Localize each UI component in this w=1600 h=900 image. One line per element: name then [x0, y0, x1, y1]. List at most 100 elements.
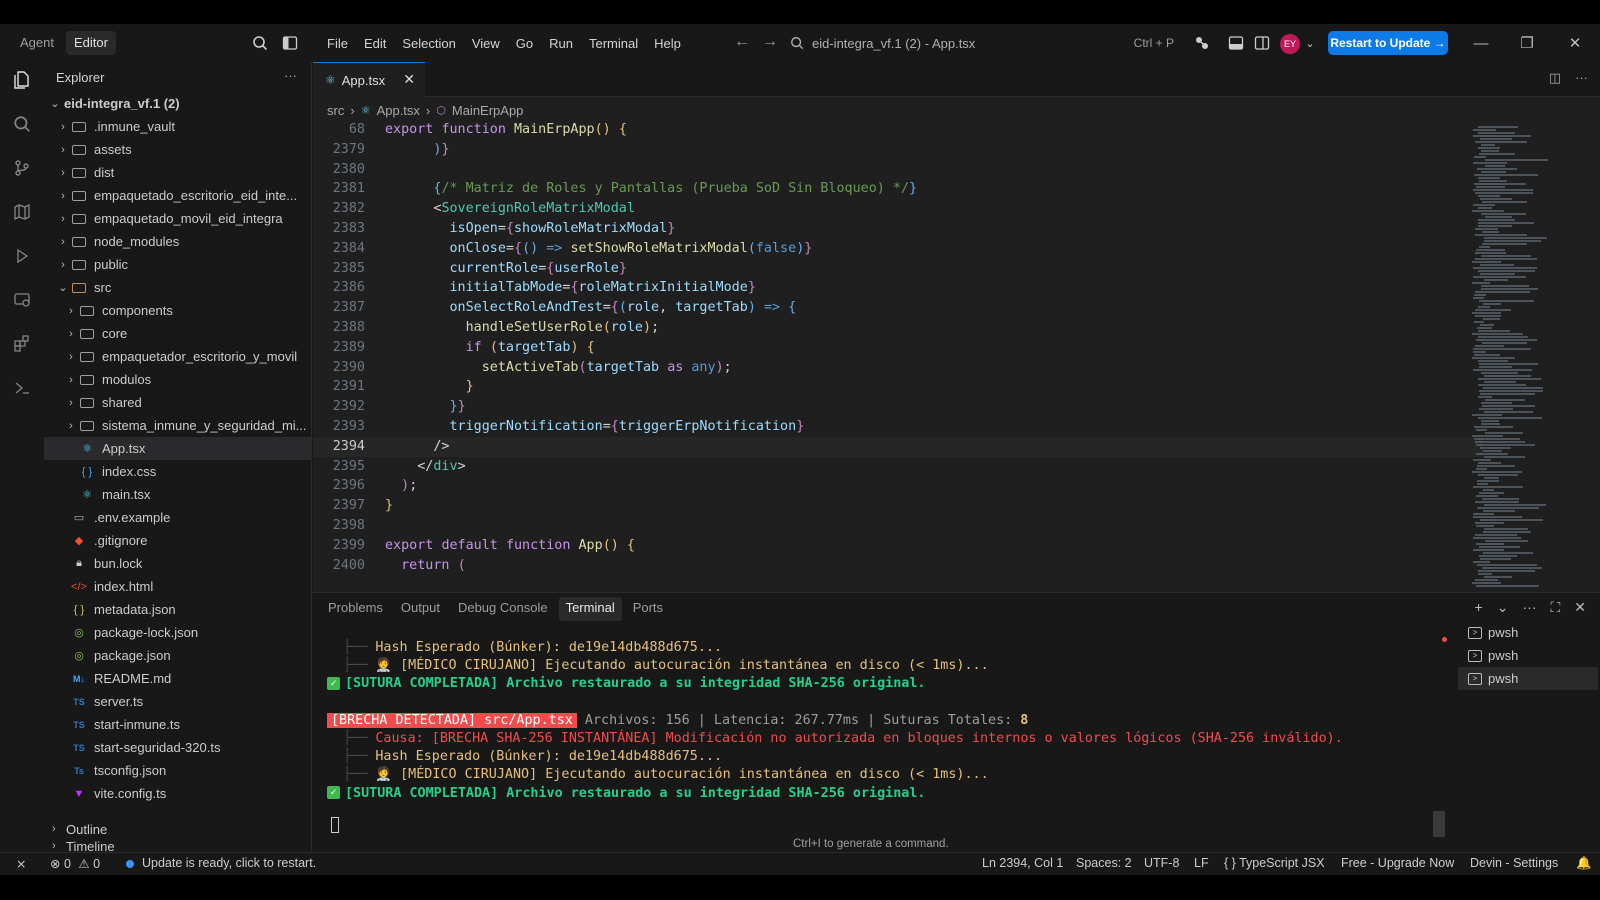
terminal-item[interactable]: > pwsh	[1458, 621, 1598, 644]
search-icon[interactable]	[10, 112, 34, 136]
tree-item[interactable]: › assets	[44, 138, 312, 161]
back-arrow-icon[interactable]: ←	[734, 33, 750, 51]
tree-root[interactable]: ⌄ eid-integra_vf.1 (2)	[44, 92, 312, 115]
tree-item[interactable]: TS server.ts	[44, 690, 312, 713]
toggle-panel-icon[interactable]	[1226, 33, 1246, 53]
new-terminal-icon[interactable]: +	[1475, 599, 1483, 616]
tree-item[interactable]: 🔒︎ bun.lock	[44, 552, 312, 575]
tree-item[interactable]: Ts tsconfig.json	[44, 759, 312, 782]
terminal-item[interactable]: > pwsh	[1458, 644, 1598, 667]
update-notice[interactable]: Update is ready, click to restart.	[126, 856, 316, 870]
editor-mode-button[interactable]: Editor	[65, 31, 116, 55]
explorer-icon[interactable]	[10, 68, 34, 92]
cursor-position[interactable]: Ln 2394, Col 1	[982, 856, 1063, 870]
remote-explorer-icon[interactable]	[10, 288, 34, 312]
toggle-secondary-sidebar-icon[interactable]	[1252, 33, 1272, 53]
terminal-item[interactable]: > pwsh	[1458, 667, 1598, 690]
tree-item[interactable]: › empaquetado_escritorio_eid_inte...	[44, 184, 312, 207]
close-panel-icon[interactable]: ✕	[1574, 599, 1586, 616]
tree-item[interactable]: ◎ package-lock.json	[44, 621, 312, 644]
tab-terminal[interactable]: Terminal	[558, 597, 622, 621]
breadcrumb-item[interactable]: App.tsx	[377, 103, 420, 118]
run-debug-icon[interactable]	[10, 244, 34, 268]
timeline-section[interactable]: › Timeline	[44, 839, 312, 854]
notifications-bell-icon[interactable]: 🔔	[1576, 856, 1592, 871]
tree-item[interactable]: › sistema_inmune_y_seguridad_mi...	[44, 414, 312, 437]
map-icon[interactable]	[10, 200, 34, 224]
language-mode[interactable]: { } TypeScript JSX	[1224, 856, 1325, 870]
problems-indicator[interactable]: ⊗ 0 ⚠ 0	[50, 856, 100, 871]
avatar[interactable]: EY	[1280, 34, 1300, 54]
tab-debug-console[interactable]: Debug Console	[451, 597, 555, 621]
tree-item[interactable]: ◆ .gitignore	[44, 529, 312, 552]
tree-item[interactable]: › dist	[44, 161, 312, 184]
forward-arrow-icon[interactable]: →	[762, 33, 778, 51]
maximize-panel-icon[interactable]: ⛶	[1550, 599, 1560, 616]
close-window-icon[interactable]: ✕	[1562, 30, 1588, 56]
tree-item[interactable]: M↓ README.md	[44, 667, 312, 690]
tree-item[interactable]: › shared	[44, 391, 312, 414]
menu-go[interactable]: Go	[509, 32, 540, 55]
tree-item[interactable]: › empaquetador_escritorio_y_movil	[44, 345, 312, 368]
chevron-down-icon[interactable]: ⌄	[1497, 599, 1509, 616]
tree-item[interactable]: ▭ .env.example	[44, 506, 312, 529]
close-icon[interactable]: ✕	[403, 71, 415, 88]
tab-problems[interactable]: Problems	[321, 597, 390, 621]
tree-item[interactable]: </> index.html	[44, 575, 312, 598]
tree-item[interactable]: ⚛ App.tsx	[44, 437, 312, 460]
breadcrumb-item[interactable]: src	[327, 103, 344, 118]
outline-section[interactable]: › Outline	[44, 818, 312, 840]
command-center[interactable]: eid-integra_vf.1 (2) - App.tsx Ctrl + P	[790, 30, 1184, 56]
menu-help[interactable]: Help	[647, 32, 688, 55]
tree-item[interactable]: ◎ package.json	[44, 644, 312, 667]
tree-item[interactable]: › node_modules	[44, 230, 312, 253]
extensions-icon[interactable]	[10, 332, 34, 356]
tree-item[interactable]: TS start-seguridad-320.ts	[44, 736, 312, 759]
chevron-down-icon[interactable]: ⌄	[1300, 33, 1320, 53]
menu-view[interactable]: View	[465, 32, 507, 55]
menu-terminal[interactable]: Terminal	[582, 32, 645, 55]
tree-item[interactable]: ⚛ main.tsx	[44, 483, 312, 506]
agent-mode-button[interactable]: Agent	[12, 31, 62, 55]
tree-item[interactable]: ▼ vite.config.ts	[44, 782, 312, 805]
indentation[interactable]: Spaces: 2	[1076, 856, 1132, 870]
tree-item[interactable]: › public	[44, 253, 312, 276]
more-actions-icon[interactable]: ···	[284, 68, 297, 83]
more-actions-icon[interactable]: ···	[1522, 599, 1536, 616]
maximize-icon[interactable]: ❐	[1514, 30, 1540, 56]
menu-edit[interactable]: Edit	[357, 32, 393, 55]
tree-item[interactable]: ⌄ src	[44, 276, 312, 299]
code-editor[interactable]: 68 export function MainErpApp() {2379 )} 2…	[313, 120, 1483, 575]
encoding[interactable]: UTF-8	[1144, 856, 1179, 870]
minimap[interactable]	[1472, 126, 1568, 596]
tab-output[interactable]: Output	[394, 597, 447, 621]
menu-selection[interactable]: Selection	[395, 32, 462, 55]
testing-icon[interactable]	[10, 376, 34, 400]
agent-sparkle-icon[interactable]	[1192, 33, 1212, 53]
tree-item[interactable]: › .inmune_vault	[44, 115, 312, 138]
menu-run[interactable]: Run	[542, 32, 580, 55]
source-control-icon[interactable]	[10, 156, 34, 180]
remote-indicator-icon[interactable]: ⨯	[16, 856, 26, 871]
line-ending[interactable]: LF	[1194, 856, 1209, 870]
tree-item[interactable]: › modulos	[44, 368, 312, 391]
restart-to-update-button[interactable]: Restart to Update →	[1328, 31, 1448, 55]
more-actions-icon[interactable]: ···	[1575, 70, 1588, 86]
terminal-output[interactable]: ├── Hash Esperado (Búnker): de19e14db488…	[327, 639, 1437, 803]
tree-item[interactable]: { } index.css	[44, 460, 312, 483]
tree-item[interactable]: › empaquetado_movil_eid_integra	[44, 207, 312, 230]
split-editor-icon[interactable]: ◫	[1549, 70, 1561, 86]
search-icon[interactable]	[250, 33, 270, 53]
breadcrumb-item[interactable]: MainErpApp	[452, 103, 524, 118]
tree-item[interactable]: › components	[44, 299, 312, 322]
devin-settings[interactable]: Devin - Settings	[1470, 856, 1558, 870]
tree-item[interactable]: TS start-inmune.ts	[44, 713, 312, 736]
tab-ports[interactable]: Ports	[626, 597, 670, 621]
tree-item[interactable]: › core	[44, 322, 312, 345]
terminal-scrollbar[interactable]	[1433, 811, 1445, 837]
tree-item[interactable]: { } metadata.json	[44, 598, 312, 621]
tab-app-tsx[interactable]: ⚛ App.tsx ✕	[313, 62, 425, 97]
minimize-icon[interactable]: —	[1468, 30, 1494, 56]
toggle-sidebar-icon[interactable]	[280, 33, 300, 53]
plan-upgrade[interactable]: Free - Upgrade Now	[1341, 856, 1454, 870]
